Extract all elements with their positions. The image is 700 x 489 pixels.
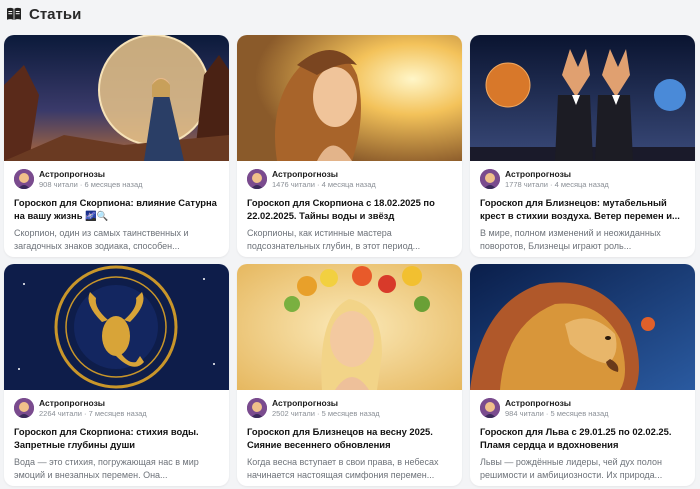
article-card[interactable]: Астропрогнозы 1778 читали · 4 месяца наз… [470,35,695,257]
articles-grid: Астропрогнозы 908 читали · 6 месяцев наз… [4,35,695,486]
author-row[interactable]: Астропрогнозы 908 читали · 6 месяцев наз… [14,168,219,190]
article-thumbnail[interactable] [4,35,229,161]
article-title[interactable]: Гороскоп для Близнецов: мутабельный крес… [480,197,685,222]
author-name[interactable]: Астропрогнозы [272,398,380,408]
avatar[interactable] [14,398,34,418]
article-card[interactable]: Астропрогнозы 2502 читали · 5 месяцев на… [237,264,462,486]
articles-icon [5,5,23,23]
author-row[interactable]: Астропрогнозы 1476 читали · 4 месяца наз… [247,168,452,190]
author-row[interactable]: Астропрогнозы 2502 читали · 5 месяцев на… [247,397,452,419]
article-stats: 908 читали · 6 месяцев назад [39,179,143,189]
article-thumbnail[interactable] [4,264,229,390]
article-card[interactable]: Астропрогнозы 908 читали · 6 месяцев наз… [4,35,229,257]
section-title: Статьи [29,5,82,23]
article-thumbnail[interactable] [470,264,695,390]
author-name[interactable]: Астропрогнозы [505,169,609,179]
article-title[interactable]: Гороскоп для Близнецов на весну 2025. Си… [247,426,452,451]
avatar[interactable] [480,169,500,189]
article-stats: 984 читали · 5 месяцев назад [505,408,609,418]
article-card[interactable]: Астропрогнозы 984 читали · 5 месяцев наз… [470,264,695,486]
article-excerpt: Львы — рождённые лидеры, чей дух полон р… [480,457,663,480]
article-excerpt: В мире, полном изменений и неожиданных п… [480,228,661,251]
author-row[interactable]: Астропрогнозы 2264 читали · 7 месяцев на… [14,397,219,419]
article-stats: 2502 читали · 5 месяцев назад [272,408,380,418]
article-excerpt: Скорпионы, как истинные мастера подсозна… [247,228,421,251]
avatar[interactable] [14,169,34,189]
article-title[interactable]: Гороскоп для Скорпиона: стихия воды. Зап… [14,426,219,451]
avatar[interactable] [247,398,267,418]
author-name[interactable]: Астропрогнозы [39,169,143,179]
article-thumbnail[interactable] [470,35,695,161]
article-excerpt: Вода — это стихия, погружающая нас в мир… [14,457,199,480]
article-title[interactable]: Гороскоп для Льва с 29.01.25 по 02.02.25… [480,426,685,451]
avatar[interactable] [480,398,500,418]
article-excerpt: Скорпион, один из самых таинственных и з… [14,228,189,251]
article-excerpt: Когда весна вступает в свои права, в неб… [247,457,439,480]
article-stats: 1476 читали · 4 месяца назад [272,179,376,189]
avatar[interactable] [247,169,267,189]
author-row[interactable]: Астропрогнозы 1778 читали · 4 месяца наз… [480,168,685,190]
article-title[interactable]: Гороскоп для Скорпиона: влияние Сатурна … [14,197,219,222]
article-stats: 1778 читали · 4 месяца назад [505,179,609,189]
author-name[interactable]: Астропрогнозы [39,398,147,408]
article-thumbnail[interactable] [237,264,462,390]
article-stats: 2264 читали · 7 месяцев назад [39,408,147,418]
author-name[interactable]: Астропрогнозы [272,169,376,179]
author-name[interactable]: Астропрогнозы [505,398,609,408]
article-card[interactable]: Астропрогнозы 1476 читали · 4 месяца наз… [237,35,462,257]
article-card[interactable]: Астропрогнозы 2264 читали · 7 месяцев на… [4,264,229,486]
article-thumbnail[interactable] [237,35,462,161]
author-row[interactable]: Астропрогнозы 984 читали · 5 месяцев наз… [480,397,685,419]
section-header: Статьи [5,3,81,25]
article-title[interactable]: Гороскоп для Скорпиона с 18.02.2025 по 2… [247,197,452,222]
